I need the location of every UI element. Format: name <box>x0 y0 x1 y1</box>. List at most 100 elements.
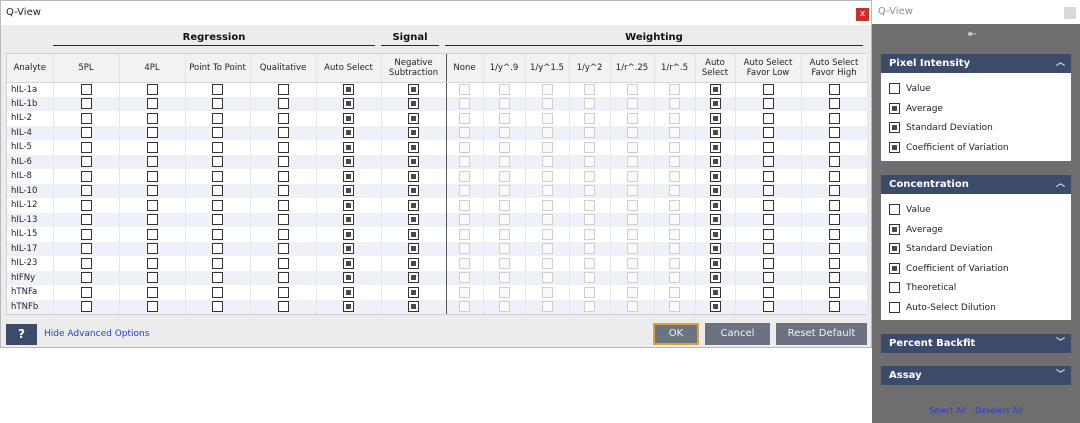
option-checkbox[interactable] <box>889 204 900 215</box>
option-checkbox[interactable] <box>408 272 419 284</box>
option-checkbox[interactable] <box>80 127 92 139</box>
option-checkbox[interactable] <box>828 127 840 139</box>
option-checkbox[interactable] <box>762 199 774 211</box>
option-checkbox[interactable] <box>146 156 158 168</box>
option-row[interactable]: Average <box>889 223 943 235</box>
option-checkbox[interactable] <box>408 141 419 153</box>
option-checkbox[interactable] <box>212 272 223 284</box>
option-checkbox[interactable] <box>343 127 354 139</box>
option-checkbox[interactable] <box>212 185 223 197</box>
option-checkbox[interactable] <box>80 98 92 110</box>
option-checkbox[interactable] <box>408 286 419 298</box>
option-checkbox[interactable] <box>80 301 92 313</box>
reset-default-button[interactable]: Reset Default <box>776 323 867 345</box>
option-row[interactable]: Average <box>889 102 943 114</box>
option-checkbox[interactable] <box>709 199 721 211</box>
option-checkbox[interactable] <box>889 282 900 293</box>
option-checkbox[interactable] <box>343 301 354 313</box>
option-checkbox[interactable] <box>709 257 721 269</box>
option-checkbox[interactable] <box>828 185 840 197</box>
option-checkbox[interactable] <box>408 228 419 240</box>
option-checkbox[interactable] <box>709 272 721 284</box>
option-checkbox[interactable] <box>212 141 223 153</box>
option-checkbox[interactable] <box>277 257 289 269</box>
pin-icon[interactable]: ⇤ <box>968 29 976 40</box>
option-checkbox[interactable] <box>889 141 900 153</box>
option-checkbox[interactable] <box>709 127 721 139</box>
option-checkbox[interactable] <box>828 112 840 124</box>
option-checkbox[interactable] <box>762 127 774 139</box>
option-checkbox[interactable] <box>408 112 419 124</box>
option-checkbox[interactable] <box>408 84 419 95</box>
option-checkbox[interactable] <box>709 228 721 240</box>
option-checkbox[interactable] <box>828 214 840 226</box>
option-checkbox[interactable] <box>80 286 92 298</box>
option-checkbox[interactable] <box>828 301 840 313</box>
ok-button[interactable]: OK <box>653 323 699 345</box>
help-button[interactable]: ? <box>6 324 37 345</box>
option-checkbox[interactable] <box>146 185 158 197</box>
option-row[interactable]: Auto-Select Dilution <box>889 301 996 313</box>
option-checkbox[interactable] <box>762 98 774 110</box>
option-checkbox[interactable] <box>762 84 774 95</box>
option-checkbox[interactable] <box>80 228 92 240</box>
side-close-button[interactable] <box>1064 7 1076 19</box>
option-row[interactable]: Value <box>889 204 931 215</box>
pixel-intensity-header[interactable]: Pixel Intensity ︿ <box>881 54 1071 73</box>
option-checkbox[interactable] <box>408 243 419 255</box>
option-checkbox[interactable] <box>343 272 354 284</box>
option-checkbox[interactable] <box>762 170 774 182</box>
option-checkbox[interactable] <box>828 257 840 269</box>
option-checkbox[interactable] <box>212 112 223 124</box>
option-checkbox[interactable] <box>80 214 92 226</box>
option-checkbox[interactable] <box>889 223 900 235</box>
option-checkbox[interactable] <box>80 257 92 269</box>
option-checkbox[interactable] <box>408 301 419 313</box>
option-checkbox[interactable] <box>212 98 223 110</box>
option-checkbox[interactable] <box>343 185 354 197</box>
option-checkbox[interactable] <box>80 141 92 153</box>
option-checkbox[interactable] <box>408 98 419 110</box>
option-checkbox[interactable] <box>828 156 840 168</box>
option-checkbox[interactable] <box>146 243 158 255</box>
option-checkbox[interactable] <box>762 301 774 313</box>
option-checkbox[interactable] <box>343 286 354 298</box>
option-checkbox[interactable] <box>343 243 354 255</box>
option-checkbox[interactable] <box>277 243 289 255</box>
option-checkbox[interactable] <box>828 170 840 182</box>
option-checkbox[interactable] <box>277 301 289 313</box>
option-checkbox[interactable] <box>212 84 223 95</box>
option-checkbox[interactable] <box>828 199 840 211</box>
option-checkbox[interactable] <box>343 84 354 95</box>
option-checkbox[interactable] <box>146 272 158 284</box>
option-checkbox[interactable] <box>762 272 774 284</box>
option-checkbox[interactable] <box>277 112 289 124</box>
option-checkbox[interactable] <box>277 199 289 211</box>
option-checkbox[interactable] <box>277 156 289 168</box>
option-checkbox[interactable] <box>146 98 158 110</box>
option-checkbox[interactable] <box>80 156 92 168</box>
option-checkbox[interactable] <box>80 84 92 95</box>
option-checkbox[interactable] <box>762 257 774 269</box>
select-all-link[interactable]: Select All <box>929 406 966 415</box>
option-checkbox[interactable] <box>146 84 158 95</box>
option-checkbox[interactable] <box>762 141 774 153</box>
option-checkbox[interactable] <box>212 127 223 139</box>
option-checkbox[interactable] <box>828 84 840 95</box>
option-checkbox[interactable] <box>709 243 721 255</box>
option-row[interactable]: Standard Deviation <box>889 243 993 254</box>
option-checkbox[interactable] <box>277 170 289 182</box>
option-checkbox[interactable] <box>343 112 354 124</box>
option-checkbox[interactable] <box>343 170 354 182</box>
option-checkbox[interactable] <box>343 156 354 168</box>
option-checkbox[interactable] <box>80 199 92 211</box>
option-checkbox[interactable] <box>146 301 158 313</box>
option-checkbox[interactable] <box>709 185 721 197</box>
option-checkbox[interactable] <box>277 214 289 226</box>
option-row[interactable]: Standard Deviation <box>889 122 993 133</box>
option-checkbox[interactable] <box>709 214 721 226</box>
percent-backfit-header[interactable]: Percent Backfit ﹀ <box>881 334 1071 353</box>
option-checkbox[interactable] <box>80 170 92 182</box>
option-checkbox[interactable] <box>343 199 354 211</box>
option-checkbox[interactable] <box>80 185 92 197</box>
